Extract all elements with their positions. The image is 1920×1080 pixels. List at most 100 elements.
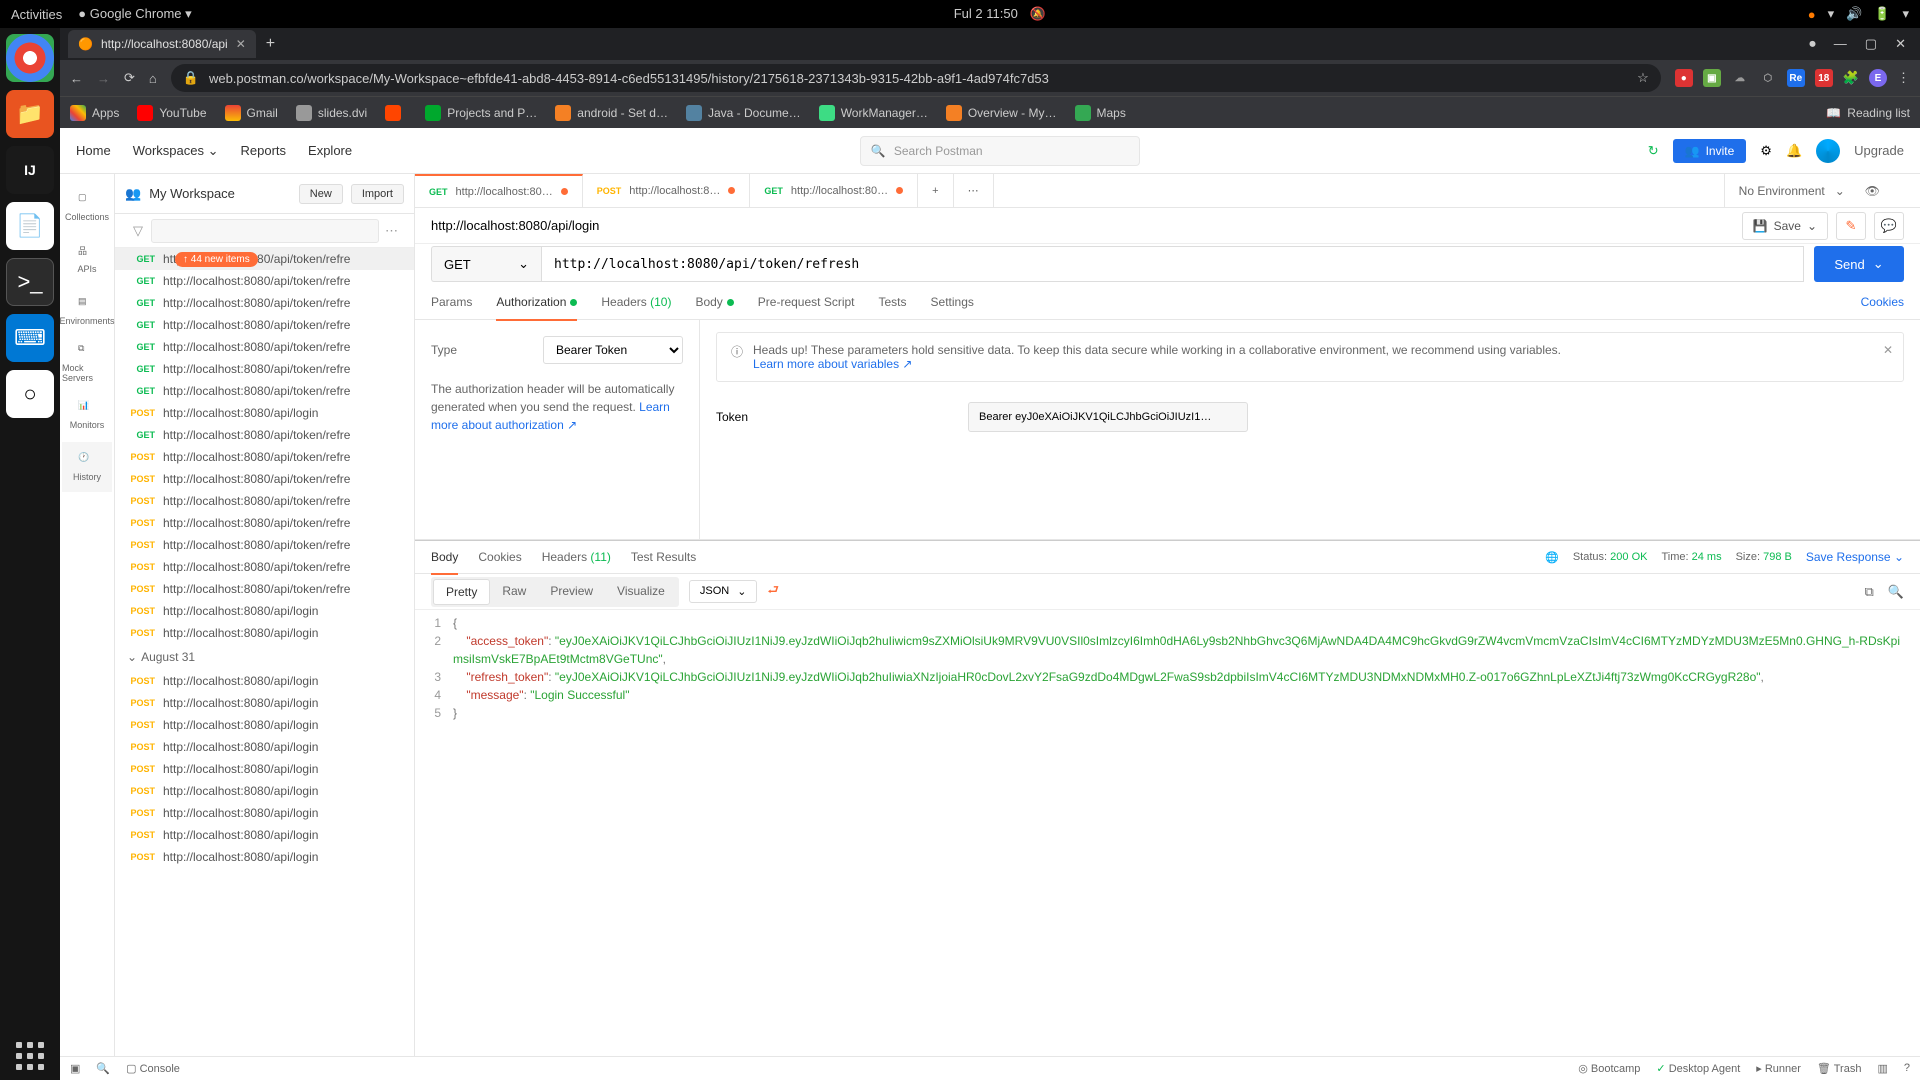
view-preview[interactable]: Preview (538, 579, 605, 605)
url-bar[interactable]: 🔒 web.postman.co/workspace/My-Workspace~… (171, 64, 1661, 92)
cookies-link[interactable]: Cookies (1861, 295, 1904, 309)
search-input[interactable]: 🔍 Search Postman (860, 136, 1140, 166)
more-icon[interactable]: ⋯ (379, 223, 404, 239)
minimize-icon[interactable]: — (1834, 36, 1847, 52)
history-item[interactable]: GEThttp://localhost:8080/api/token/refre (115, 292, 414, 314)
close-icon[interactable]: ✕ (236, 37, 246, 51)
resp-tab-cookies[interactable]: Cookies (478, 550, 521, 564)
notifications-icon[interactable]: 🔔 (1786, 143, 1802, 159)
history-date-group[interactable]: ⌄ August 31 (115, 644, 414, 670)
nav-home[interactable]: Home (76, 143, 111, 159)
ext-icon[interactable]: ● (1675, 69, 1693, 87)
avatar[interactable] (1816, 139, 1840, 163)
desktop-agent[interactable]: ✓ Desktop Agent (1656, 1062, 1740, 1075)
sync-icon[interactable]: ↻ (1648, 143, 1659, 159)
method-select[interactable]: GET⌄ (431, 246, 541, 282)
bookmark-item[interactable]: Maps (1075, 105, 1126, 121)
ext-icon[interactable]: ☁ (1731, 69, 1749, 87)
copy-icon[interactable]: ⧉ (1865, 584, 1874, 600)
history-item[interactable]: POSThttp://localhost:8080/api/token/refr… (115, 468, 414, 490)
url-input[interactable] (541, 246, 1804, 282)
home-icon[interactable]: ⌂ (149, 71, 157, 86)
maximize-icon[interactable]: ▢ (1865, 36, 1877, 52)
close-icon[interactable]: ✕ (1883, 343, 1893, 357)
find-icon[interactable]: 🔍 (96, 1062, 110, 1075)
star-icon[interactable]: ☆ (1637, 70, 1649, 86)
dock-apps-grid[interactable] (16, 1042, 44, 1070)
dock-intellij[interactable]: IJ (6, 146, 54, 194)
history-item[interactable]: POSThttp://localhost:8080/api/login (115, 692, 414, 714)
history-item[interactable]: GEThttp://localhost:8080/api/token/refre (115, 424, 414, 446)
tab-body[interactable]: Body (695, 285, 733, 319)
history-item[interactable]: POSThttp://localhost:8080/api/login (115, 758, 414, 780)
side-history[interactable]: 🕐History (62, 442, 112, 492)
dock-app[interactable]: ○ (6, 370, 54, 418)
back-icon[interactable]: ← (70, 71, 83, 86)
tab-params[interactable]: Params (431, 285, 472, 319)
request-tab[interactable]: POSThttp://localhost:8… (583, 174, 751, 207)
nav-explore[interactable]: Explore (308, 143, 352, 159)
bookmark-item[interactable]: YouTube (137, 105, 206, 121)
workspace-name[interactable]: My Workspace (149, 186, 291, 201)
add-tab-button[interactable]: + (918, 174, 953, 207)
resp-tab-headers[interactable]: Headers (11) (542, 550, 611, 564)
invite-button[interactable]: 👥 Invite (1673, 139, 1747, 163)
bookmark-item[interactable]: Gmail (225, 105, 278, 121)
edit-icon[interactable]: ✎ (1836, 212, 1866, 240)
nav-workspaces[interactable]: Workspaces ⌄ (133, 143, 219, 159)
environment-select[interactable]: No Environment⌄ 👁 (1724, 174, 1920, 207)
token-input[interactable] (968, 402, 1248, 432)
activities-button[interactable]: Activities (11, 7, 62, 22)
history-item[interactable]: POSThttp://localhost:8080/api/login (115, 802, 414, 824)
ext-icon[interactable]: ⬡ (1759, 69, 1777, 87)
bootcamp-button[interactable]: ◎ Bootcamp (1578, 1062, 1640, 1075)
side-apis[interactable]: 品APIs (62, 234, 112, 284)
auth-type-select[interactable]: Bearer Token (543, 336, 683, 364)
new-items-badge[interactable]: ↑ 44 new items (175, 252, 258, 267)
reload-icon[interactable]: ⟳ (124, 70, 135, 86)
tab-headers[interactable]: Headers (10) (601, 285, 671, 319)
dock-vscode[interactable]: ⌨ (6, 314, 54, 362)
dock-notes[interactable]: 📄 (6, 202, 54, 250)
history-item[interactable]: POSThttp://localhost:8080/api/login (115, 622, 414, 644)
tab-settings[interactable]: Settings (931, 285, 974, 319)
more-tabs-button[interactable]: ⋯ (954, 174, 994, 207)
history-item[interactable]: POSThttp://localhost:8080/api/login (115, 736, 414, 758)
runner-button[interactable]: ▸ Runner (1756, 1062, 1801, 1075)
history-item[interactable]: GEThttp://localhost:8080/api/token/refre (115, 358, 414, 380)
console-button[interactable]: ▢ Console (126, 1062, 180, 1075)
variables-link[interactable]: Learn more about variables ↗ (753, 357, 912, 371)
format-select[interactable]: JSON ⌄ (689, 580, 758, 603)
request-tab[interactable]: GEThttp://localhost:80… (415, 174, 583, 207)
globe-icon[interactable]: 🌐 (1545, 551, 1559, 564)
history-item[interactable]: GEThttp://localhost:8080/api/token/refre (115, 270, 414, 292)
bookmark-apps[interactable]: Apps (70, 105, 119, 121)
side-collections[interactable]: ▢Collections (62, 182, 112, 232)
response-body[interactable]: 1{ 2 "access_token": "eyJ0eXAiOiJKV1QiLC… (415, 610, 1920, 1056)
comment-icon[interactable]: 💬 (1874, 212, 1904, 240)
history-item[interactable]: POSThttp://localhost:8080/api/login (115, 780, 414, 802)
history-item[interactable]: GEThttp://localhost:8080/api/token/refre (115, 380, 414, 402)
resp-tab-body[interactable]: Body (431, 541, 458, 573)
request-tab[interactable]: GEThttp://localhost:80… (750, 174, 918, 207)
dock-chrome[interactable] (6, 34, 54, 82)
dock-terminal[interactable]: >_ (6, 258, 54, 306)
settings-icon[interactable]: ⚙ (1760, 143, 1772, 159)
trash-button[interactable]: 🗑 Trash (1817, 1062, 1862, 1075)
history-item[interactable]: POSThttp://localhost:8080/api/token/refr… (115, 534, 414, 556)
ext-icon[interactable]: ▣ (1703, 69, 1721, 87)
history-item[interactable]: GEThttp://localhost:8080/api/token/refre… (115, 248, 414, 270)
active-app[interactable]: ● Google Chrome ▾ (78, 6, 191, 22)
wrap-icon[interactable]: ⮐ (767, 581, 779, 603)
history-item[interactable]: POSThttp://localhost:8080/api/token/refr… (115, 512, 414, 534)
tab-prescript[interactable]: Pre-request Script (758, 285, 855, 319)
bookmark-item[interactable]: Projects and P… (425, 105, 537, 121)
history-item[interactable]: POSThttp://localhost:8080/api/token/refr… (115, 556, 414, 578)
ext-icon[interactable]: Re (1787, 69, 1805, 87)
profile-icon[interactable]: E (1869, 69, 1887, 87)
history-item[interactable]: POSThttp://localhost:8080/api/token/refr… (115, 446, 414, 468)
history-item[interactable]: GEThttp://localhost:8080/api/token/refre (115, 314, 414, 336)
resp-tab-tests[interactable]: Test Results (631, 550, 696, 564)
save-response-button[interactable]: Save Response ⌄ (1806, 550, 1904, 564)
eye-icon[interactable]: 👁 (1865, 184, 1880, 198)
